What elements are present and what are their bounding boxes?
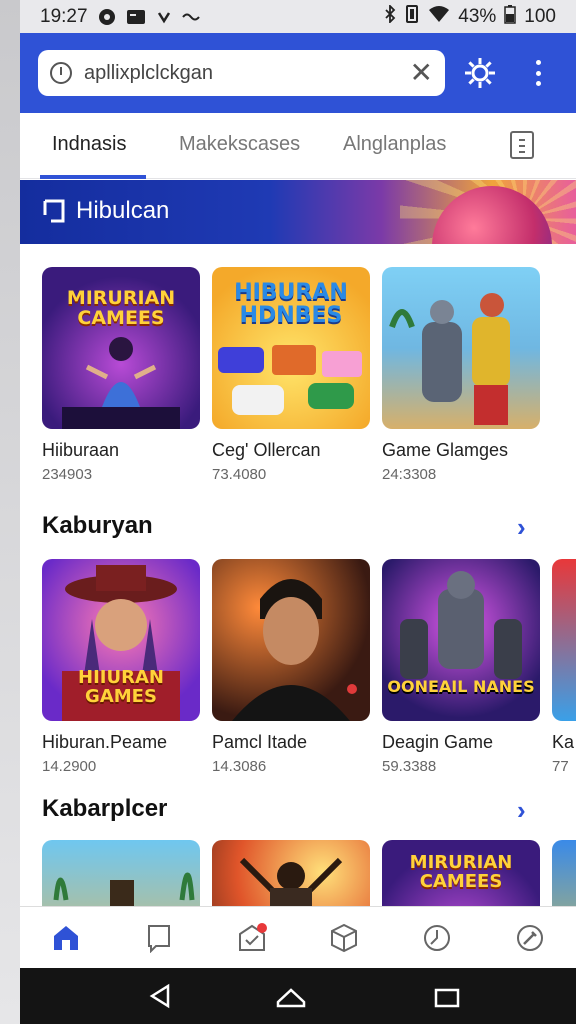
bottom-navigation (20, 906, 576, 968)
wave-icon (181, 12, 200, 22)
portrait-art (232, 579, 357, 721)
card-value: 59.3388 (382, 758, 437, 775)
history-icon[interactable] (50, 62, 72, 84)
tab-indicator (40, 175, 146, 179)
back-icon[interactable] (149, 983, 170, 1009)
card-title: Deagin Game (382, 732, 494, 752)
game-card[interactable]: OONEAIL NANES Deagin Game 59.3388 (382, 559, 540, 775)
game-card[interactable]: MIRURIAN CAMEES Hiiburaan 234903 (42, 267, 200, 483)
section-title: Kabarplcer (42, 795, 168, 822)
game-thumbnail: MIRURIAN CAMEES (42, 267, 200, 429)
gear-icon[interactable] (462, 55, 498, 91)
card-value: 24:3308 (382, 466, 437, 483)
chevron-right-icon[interactable]: › (517, 512, 526, 543)
battery-percent: 43% (458, 5, 497, 27)
card-value: 77 (552, 758, 569, 775)
chevron-right-icon[interactable]: › (517, 795, 526, 826)
search-box[interactable]: ✕ (38, 50, 445, 96)
controllers-art (218, 345, 362, 415)
vibrate-icon (404, 4, 420, 29)
status-time: 19:27 (40, 5, 88, 27)
card-value: 234903 (42, 466, 93, 483)
game-card[interactable]: Game Glamges 24:3308 (382, 267, 540, 483)
thumbnail-title: MIRURIAN CAMEES (409, 852, 513, 892)
thumbnail-title: OONEAIL NANES (387, 677, 535, 696)
warrior-art (400, 571, 522, 679)
fighters-art (389, 293, 510, 425)
section-title: Kaburyan (42, 512, 153, 539)
card-value: 14.2900 (42, 758, 97, 775)
game-thumbnail: OONEAIL NANES (382, 559, 540, 721)
book-icon[interactable] (141, 920, 177, 956)
tab-makekscases[interactable]: Makekscases (179, 133, 300, 156)
tablet-icon (43, 199, 65, 223)
card-title: Ceg' Ollercan (212, 440, 321, 460)
tab-bar: Indnasis Makekscases Alnglanplas (20, 113, 576, 179)
game-thumbnail (382, 267, 540, 429)
card-title: Game Glamges (382, 440, 509, 460)
game-card[interactable]: HIBURAN HDNBES Ceg' Ollercan 73.4080 (212, 267, 370, 483)
recents-icon[interactable] (434, 988, 460, 1008)
game-thumbnail (212, 559, 370, 721)
home-button-icon[interactable] (276, 988, 306, 1008)
game-thumbnail (552, 559, 576, 721)
search-input[interactable] (84, 61, 410, 85)
battery-icon (504, 4, 517, 30)
tab-alnglanplas[interactable]: Alnglanplas (343, 133, 446, 156)
phone-screen: 19:27 43% 100 apllixplclckgan ✕ Indnasis… (20, 0, 576, 1024)
more-options-icon[interactable] (530, 57, 546, 89)
home-icon[interactable] (48, 920, 84, 956)
game-card[interactable]: HIIURAN GAMES Hiburan.Peame 14.2900 (42, 559, 200, 775)
list-icon[interactable] (510, 131, 534, 159)
clear-icon[interactable]: ✕ (410, 59, 433, 87)
tab-indnasis[interactable]: Indnasis (52, 133, 127, 156)
card-title: Pamcl Itade (212, 732, 308, 752)
top-app-bar: ✕ (20, 33, 576, 113)
settings-icon[interactable] (512, 920, 548, 956)
banner-title-group: Hibulcan (42, 197, 169, 225)
notification-icon[interactable] (234, 920, 270, 956)
game-card-partial[interactable]: Ka 77 (552, 559, 576, 775)
game-thumbnail: HIIURAN GAMES (42, 559, 200, 721)
card-title: Ka (552, 732, 575, 752)
record-icon (98, 8, 116, 26)
game-card[interactable]: Pamcl Itade 14.3086 (212, 559, 370, 775)
wifi-icon (428, 5, 450, 29)
shield-icon (156, 9, 172, 25)
background-edge (0, 0, 20, 1024)
status-number: 100 (524, 5, 556, 27)
bluetooth-icon (384, 3, 396, 29)
card-title: Hiburan.Peame (42, 732, 168, 752)
card-title: Hiiburaan (42, 440, 120, 460)
thumbnail-title: HIIURAN GAMES (78, 667, 164, 707)
card-value: 73.4080 (212, 466, 267, 483)
message-icon (126, 9, 146, 25)
history-icon[interactable] (419, 920, 455, 956)
system-navigation-bar (20, 968, 576, 1024)
game-thumbnail: HIBURAN HDNBES (212, 267, 370, 429)
card-value: 14.3086 (212, 758, 267, 775)
status-bar: 19:27 43% 100 (20, 0, 576, 33)
box-icon[interactable] (326, 920, 362, 956)
banner-title: Hibulcan (76, 197, 170, 224)
performer-art (62, 337, 180, 429)
promo-banner[interactable]: Hibulcan (20, 180, 576, 244)
